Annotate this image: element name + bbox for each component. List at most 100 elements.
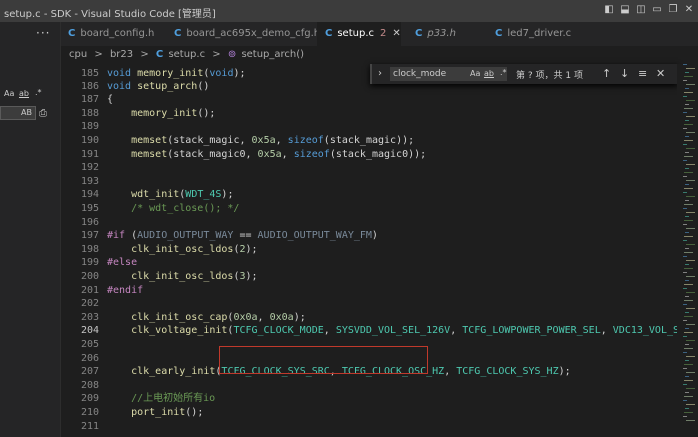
tab-label: setup.c (337, 28, 374, 39)
minimap-mark (684, 364, 693, 365)
regex-option[interactable]: .* (500, 68, 507, 77)
tab-led7-driver[interactable]: Cled7_driver.c (495, 22, 595, 46)
minimap-mark (684, 188, 693, 189)
code-line[interactable]: memset(stack_magic0, 0x5a, sizeof(stack_… (107, 148, 426, 161)
code-line[interactable]: wdt_init(WDT_4S); (107, 188, 233, 201)
match-word-option[interactable]: ab (484, 69, 494, 78)
code-line[interactable]: clk_init_osc_ldos(2); (107, 243, 257, 256)
line-number: 185 (80, 68, 99, 79)
minimap-mark (686, 84, 695, 85)
minimap-mark (686, 244, 695, 245)
minimap-mark (684, 108, 693, 109)
match-word-option[interactable]: ab (19, 89, 29, 98)
code-editor[interactable]: void memory_init(void); void setup_arch(… (107, 64, 677, 437)
breadcrumb-setup-c[interactable]: setup.c (168, 49, 205, 60)
minimap-mark (683, 400, 687, 401)
line-number-gutter: 185 186 187 188 189 190 191 192 193 194 … (61, 64, 99, 437)
minimap-mark (684, 236, 693, 237)
minimap-mark (685, 120, 689, 121)
minimap-mark (684, 412, 693, 413)
minimap-mark (686, 164, 695, 165)
minimap-mark (683, 272, 687, 273)
code-line[interactable]: memset(stack_magic, 0x5a, sizeof(stack_m… (107, 134, 414, 147)
next-match-icon[interactable]: ↓ (620, 67, 629, 80)
minimap-mark (686, 372, 695, 373)
minimap-mark (683, 64, 687, 65)
line-number: 193 (80, 176, 99, 187)
tab-setup-c[interactable]: Csetup.c 2 ✕ (317, 22, 401, 46)
minimap-mark (683, 336, 687, 337)
minimap-mark (684, 252, 693, 253)
minimap[interactable] (683, 64, 698, 437)
minimap-mark (683, 224, 687, 225)
minimap-mark (685, 248, 689, 249)
breadcrumb-setup-arch[interactable]: setup_arch() (241, 49, 304, 60)
code-line[interactable]: #else (107, 256, 137, 269)
minimap-mark (685, 376, 689, 377)
line-number: 211 (80, 421, 99, 432)
minimap-mark (684, 172, 693, 173)
breadcrumb-br23[interactable]: br23 (110, 49, 133, 60)
window-title: setup.c - SDK - Visual Studio Code [管理员] (4, 9, 216, 20)
minimize-icon[interactable]: ▭ (651, 4, 663, 16)
code-line[interactable]: void memory_init(void); (107, 67, 246, 80)
minimap-mark (685, 72, 689, 73)
regex-option[interactable]: .* (35, 88, 42, 97)
match-case-option[interactable]: Aa (4, 89, 14, 98)
minimap-mark (684, 380, 693, 381)
function-symbol-icon: ⊚ (227, 49, 237, 60)
minimap-mark (685, 200, 689, 201)
layout-panel-icon[interactable]: ⬓ (619, 4, 631, 16)
code-line[interactable]: #endif (107, 284, 143, 297)
minimap-mark (686, 132, 695, 133)
layout-split-icon[interactable]: ◫ (635, 4, 647, 16)
code-line[interactable]: memory_init(); (107, 107, 215, 120)
line-number: 207 (80, 366, 99, 377)
minimap-mark (684, 316, 693, 317)
match-case-option[interactable]: Aa (470, 69, 480, 78)
minimap-mark (684, 300, 693, 301)
minimap-mark (685, 168, 689, 169)
minimap-mark (686, 356, 695, 357)
close-find-icon[interactable]: ✕ (656, 67, 665, 80)
line-number: 196 (80, 217, 99, 228)
restore-icon[interactable]: ❐ (667, 4, 679, 16)
replace-field[interactable]: AB (0, 106, 36, 120)
line-number: 200 (80, 271, 99, 282)
minimap-mark (683, 384, 687, 385)
layout-sidebar-icon[interactable]: ◧ (603, 4, 615, 16)
tab-board-config[interactable]: Cboard_config.h (68, 22, 166, 46)
toggle-replace-icon[interactable]: › (378, 68, 382, 79)
code-line-current[interactable]: clk_voltage_init(TCFG_CLOCK_MODE, SYSVDD… (107, 324, 677, 337)
line-number: 201 (80, 285, 99, 296)
more-actions-icon[interactable]: ··· (36, 26, 50, 40)
previous-match-icon[interactable]: ↑ (602, 67, 611, 80)
close-tab-icon[interactable]: ✕ (392, 28, 400, 39)
breadcrumb-cpu[interactable]: cpu (69, 49, 87, 60)
minimap-mark (683, 288, 687, 289)
minimap-mark (685, 104, 689, 105)
code-line[interactable]: port_init(); (107, 406, 203, 419)
find-in-selection-icon[interactable]: ≡ (638, 67, 647, 80)
tab-p33-h[interactable]: Cp33.h (415, 22, 485, 46)
minimap-mark (684, 92, 693, 93)
code-line[interactable]: /* wdt_close(); */ (107, 202, 239, 215)
minimap-mark (684, 332, 693, 333)
minimap-mark (684, 396, 693, 397)
minimap-mark (684, 140, 693, 141)
code-line[interactable]: //上电初始所有io (107, 392, 215, 405)
line-number: 195 (80, 203, 99, 214)
minimap-mark (685, 328, 689, 329)
tab-board-ac695x-demo-cfg[interactable]: Cboard_ac695x_demo_cfg.h (174, 22, 320, 46)
code-line[interactable]: clk_init_osc_cap(0x0a, 0x0a); (107, 311, 306, 324)
code-line[interactable]: #if (AUDIO_OUTPUT_WAY == AUDIO_OUTPUT_WA… (107, 229, 378, 242)
code-line[interactable]: { (107, 93, 113, 106)
minimap-mark (683, 352, 687, 353)
replace-all-icon[interactable]: ⎙ (39, 108, 47, 119)
c-file-icon: C (68, 28, 76, 39)
close-window-icon[interactable]: ✕ (683, 4, 695, 16)
minimap-mark (686, 196, 695, 197)
minimap-mark (686, 260, 695, 261)
code-line[interactable]: void setup_arch() (107, 80, 209, 93)
code-line[interactable]: clk_init_osc_ldos(3); (107, 270, 257, 283)
